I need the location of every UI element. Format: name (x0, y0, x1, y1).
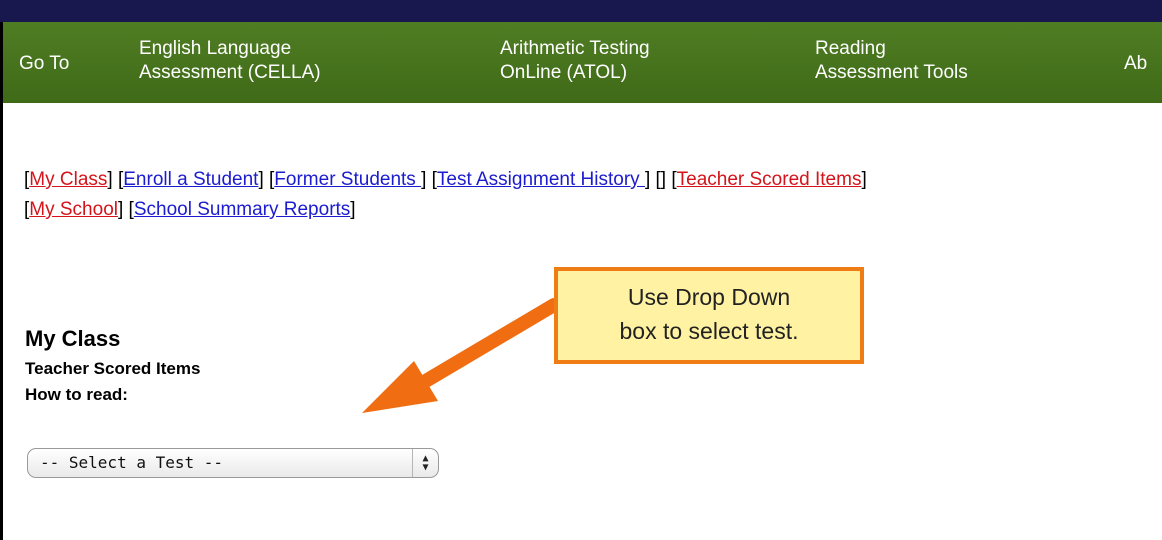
link-enroll-student[interactable]: Enroll a Student (123, 169, 258, 190)
nav-item-cella[interactable]: English Language Assessment (CELLA) (139, 37, 321, 85)
link-my-class[interactable]: My Class (29, 169, 107, 190)
nav-item-about-label: Ab (1124, 53, 1148, 74)
nav-item-atol[interactable]: Arithmetic Testing OnLine (ATOL) (500, 37, 650, 85)
up-down-chevron-icon: ▲ ▼ (412, 449, 438, 477)
nav-item-cella-line2: Assessment (CELLA) (139, 62, 321, 83)
callout-line1: Use Drop Down (627, 284, 791, 310)
nav-item-reading[interactable]: Reading Assessment Tools (815, 37, 968, 85)
nav-item-reading-line1: Reading (815, 38, 886, 59)
callout-arrow-icon (362, 298, 561, 413)
top-navigation-bar: Go To English Language Assessment (CELLA… (3, 22, 1162, 103)
link-school-summary-reports[interactable]: School Summary Reports (134, 199, 350, 220)
nav-item-goto[interactable]: Go To (19, 52, 69, 76)
link-my-school[interactable]: My School (29, 199, 118, 220)
top-band (0, 0, 1162, 22)
callout-line2: box to select test. (619, 318, 799, 344)
link-teacher-scored-items[interactable]: Teacher Scored Items (677, 169, 862, 190)
how-to-read-label: How to read: (25, 385, 128, 404)
instruction-callout: Use Drop Down box to select test. (554, 267, 864, 364)
nav-item-cella-line1: English Language (139, 38, 292, 59)
nav-item-goto-label: Go To (19, 53, 70, 74)
link-former-students[interactable]: Former Students (274, 169, 421, 190)
page-title: My Class (25, 326, 121, 351)
nav-item-about[interactable]: Ab (1124, 52, 1147, 76)
test-select-value: -- Select a Test -- (40, 453, 224, 472)
teacher-links-bar: [My Class] [Enroll a Student] [Former St… (24, 169, 867, 220)
link-test-assignment-history[interactable]: Test Assignment History (437, 169, 645, 190)
page-subtitle: Teacher Scored Items (25, 359, 201, 378)
test-select-dropdown[interactable]: -- Select a Test -- ▲ ▼ (27, 448, 439, 478)
nav-item-atol-line1: Arithmetic Testing (500, 38, 650, 59)
nav-item-atol-line2: OnLine (ATOL) (500, 62, 628, 83)
nav-item-reading-line2: Assessment Tools (815, 62, 968, 83)
